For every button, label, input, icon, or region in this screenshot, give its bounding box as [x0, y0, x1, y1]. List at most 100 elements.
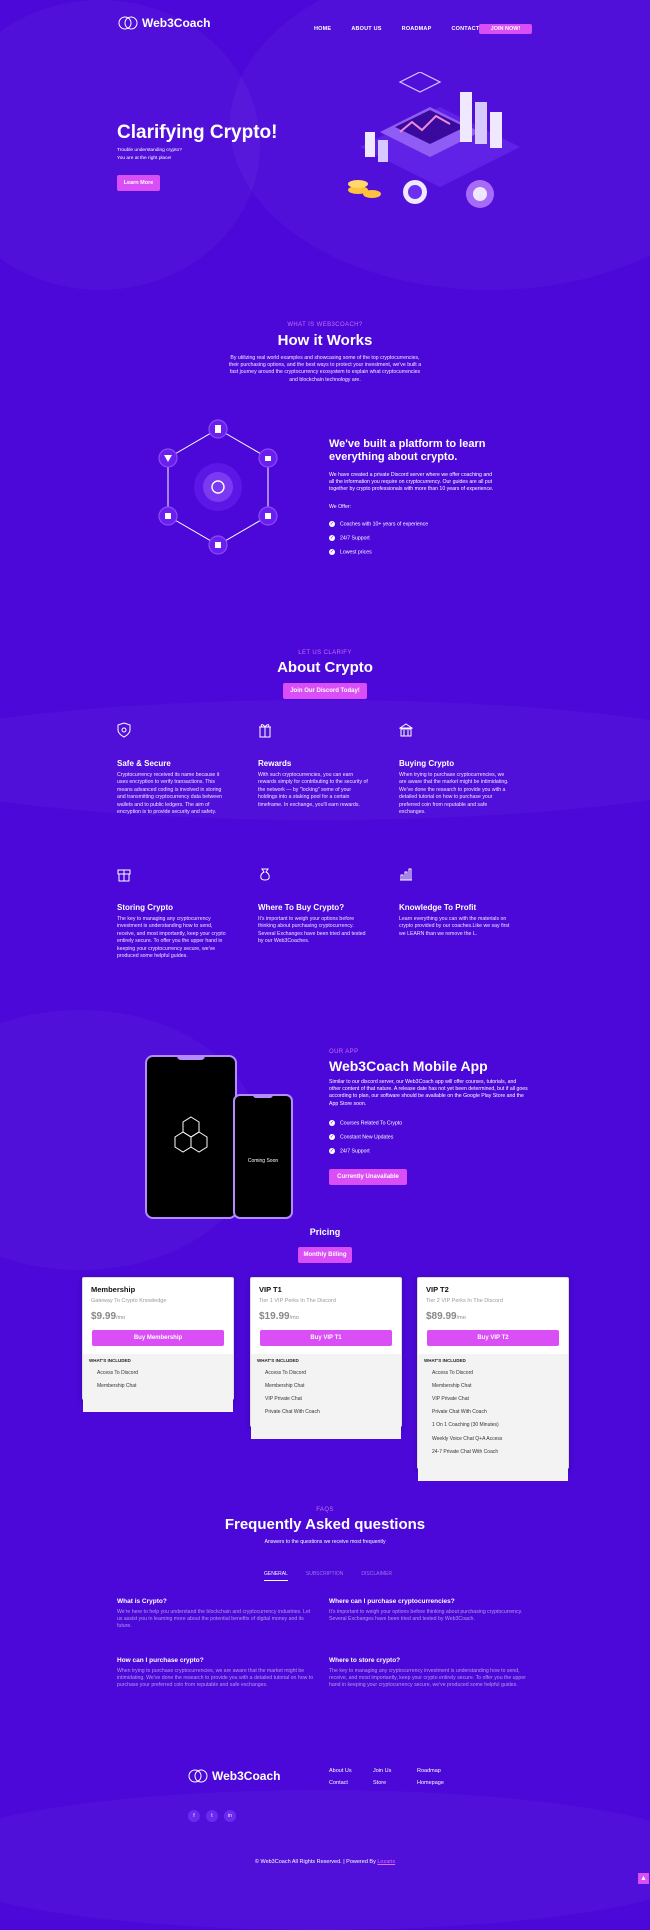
feature-text: The key to managing any cryptocurrency i…	[117, 916, 226, 960]
offer-item: ✓ Coaches with 10+ years of experience	[329, 521, 429, 528]
logo-text: Web3Coach	[142, 16, 211, 30]
offer-item: ✓ 24/7 Support	[329, 535, 370, 542]
plan-price: $89.99/mo	[426, 1311, 466, 1322]
plan-name: VIP T2	[426, 1285, 449, 1294]
app-kicker: OUR APP	[329, 1049, 359, 1055]
currently-unavailable-button[interactable]: Currently Unavailable	[329, 1169, 407, 1185]
plan-feature: Membership Chat	[97, 1382, 137, 1389]
hexagon-logo-icon	[174, 1116, 208, 1153]
about-kicker: LET US CLARIFY	[298, 650, 352, 656]
buy-membership-button[interactable]: Buy Membership	[92, 1330, 224, 1346]
plan-feature: Access To Discord	[97, 1369, 139, 1376]
feature-title: Rewards	[258, 759, 292, 768]
site-logo[interactable]: Web3Coach	[118, 14, 210, 32]
join-now-button[interactable]: JOIN NOW!	[479, 24, 532, 34]
faq-question[interactable]: How can I purchase crypto?	[117, 1657, 317, 1664]
included-label: WHAT'S INCLUDED	[257, 1358, 299, 1363]
monthly-billing-toggle[interactable]: Monthly Billing	[298, 1247, 352, 1263]
how-text: By utilizing real world examples and sho…	[228, 355, 422, 383]
app-title: Web3Coach Mobile App	[329, 1058, 488, 1074]
nav-about-us[interactable]: ABOUT US	[351, 26, 381, 32]
building-icon	[398, 723, 414, 737]
logo-rings-icon	[118, 16, 138, 30]
buy-vip-t1-button[interactable]: Buy VIP T1	[260, 1330, 392, 1346]
facebook-icon[interactable]: f	[188, 1810, 200, 1822]
plan-feature: Weekly Voice Chat Q+A Access	[432, 1435, 503, 1442]
feature-text: When trying to purchase cryptocurrencies…	[399, 772, 509, 816]
nav-roadmap[interactable]: ROADMAP	[402, 26, 432, 32]
tab-general[interactable]: GENERAL	[264, 1571, 288, 1581]
plan-feature: Access To Discord	[432, 1369, 474, 1376]
footer-link[interactable]: Join Us	[373, 1768, 391, 1774]
nav-home[interactable]: HOME	[314, 26, 331, 32]
tab-subscription[interactable]: SUBSCRIPTION	[306, 1571, 344, 1581]
faq-answer: It's important to weigh your options bef…	[329, 1609, 523, 1623]
check-icon: ✓	[329, 1120, 335, 1126]
footer-link[interactable]: Contact	[329, 1780, 348, 1786]
faq-item: Where to store crypto? The key to managi…	[329, 1657, 529, 1690]
feature-title: Buying Crypto	[399, 759, 455, 768]
footer-link[interactable]: Roadmap	[417, 1768, 441, 1774]
pricing-card-membership: Membership Gateway To Crypto Knowledge $…	[82, 1277, 234, 1412]
join-discord-button[interactable]: Join Our Discord Today!	[283, 683, 367, 699]
faq-title: Frequently Asked questions	[224, 1516, 426, 1533]
nav-contact[interactable]: CONTACT	[451, 26, 479, 32]
feature-title: Safe & Secure	[117, 759, 171, 768]
tab-disclaimer[interactable]: DISCLAIMER	[361, 1571, 392, 1581]
faq-item: How can I purchase crypto? When trying t…	[117, 1657, 317, 1690]
scroll-to-top-button[interactable]: ▲	[638, 1873, 649, 1884]
twitter-icon[interactable]: t	[206, 1810, 218, 1822]
feature-card: Safe & Secure Cryptocurrency received it…	[117, 722, 229, 816]
learn-more-button[interactable]: Learn More	[117, 175, 160, 191]
feature-text: With such cryptocurrencies, you can earn…	[258, 772, 368, 808]
faq-item: Where can I purchase cryptocurrencies? I…	[329, 1598, 529, 1623]
linkedin-icon[interactable]: in	[224, 1810, 236, 1822]
faq-question[interactable]: What is Crypto?	[117, 1598, 317, 1605]
hero-illustration	[348, 72, 520, 208]
plan-subtitle: Tier 2 VIP Perks In The Discord	[426, 1298, 503, 1304]
feature-title: Where To Buy Crypto?	[258, 903, 345, 912]
chevron-up-icon: ▲	[640, 1875, 647, 1882]
coming-soon-label: Coming Soon	[247, 1158, 279, 1164]
how-title: How it Works	[277, 332, 373, 349]
included-label: WHAT'S INCLUDED	[424, 1358, 466, 1363]
faq-answer: The key to managing any cryptocurrency i…	[329, 1668, 526, 1689]
check-icon: ✓	[329, 535, 335, 541]
feature-text: It's important to weigh your options bef…	[258, 916, 366, 945]
footer-link[interactable]: Homepage	[417, 1780, 444, 1786]
faq-answer: When trying to purchase cryptocurrencies…	[117, 1668, 314, 1689]
plan-subtitle: Tier 1 VIP Perks In The Discord	[259, 1298, 336, 1304]
gift-icon	[259, 724, 271, 738]
included-label: WHAT'S INCLUDED	[89, 1358, 131, 1363]
plan-feature: 24-7 Private Chat With Coach	[432, 1448, 499, 1455]
footer-link[interactable]: Store	[373, 1780, 386, 1786]
faq-kicker: FAQS	[316, 1507, 334, 1513]
check-icon: ✓	[329, 549, 335, 555]
feature-text: Cryptocurrency received its name because…	[117, 772, 222, 816]
faq-item: What is Crypto? We're here to help you u…	[117, 1598, 317, 1631]
buy-vip-t2-button[interactable]: Buy VIP T2	[427, 1330, 559, 1346]
plan-feature: 1 On 1 Coaching (30 Minutes)	[432, 1422, 499, 1429]
gift-box-icon	[117, 869, 131, 882]
copyright: © Web3Coach All Rights Reserved. | Power…	[254, 1859, 396, 1865]
feature-text: Learn everything you can with the materi…	[399, 916, 510, 937]
footer-logo[interactable]: Web3Coach	[188, 1768, 280, 1784]
offer-label: We Offer:	[329, 504, 352, 510]
offer-item: ✓ Lowest prices	[329, 549, 372, 556]
feature-title: Storing Crypto	[117, 903, 173, 912]
faq-answer: We're here to help you understand the bl…	[117, 1609, 311, 1630]
faq-question[interactable]: Where can I purchase cryptocurrencies?	[329, 1598, 529, 1605]
faq-question[interactable]: Where to store crypto?	[329, 1657, 529, 1664]
feature-card: Storing Crypto The key to managing any c…	[117, 866, 229, 960]
hexagon-diagram	[158, 419, 278, 555]
feature-card: Where To Buy Crypto? It's important to w…	[258, 866, 370, 946]
faq-tabs: GENERAL SUBSCRIPTION DISCLAIMER	[264, 1571, 392, 1581]
app-feature-item: ✓ Constant New Updates	[329, 1134, 394, 1141]
plan-price: $9.99/mo	[91, 1311, 126, 1322]
footer-link[interactable]: About Us	[329, 1768, 352, 1774]
app-text: Similar to our discord server, our Web3C…	[329, 1079, 528, 1107]
bag-icon	[260, 868, 270, 881]
powered-by-link[interactable]: Lozaris	[377, 1859, 395, 1865]
feature-title: Knowledge To Profit	[399, 903, 477, 912]
chart-icon	[400, 868, 412, 881]
